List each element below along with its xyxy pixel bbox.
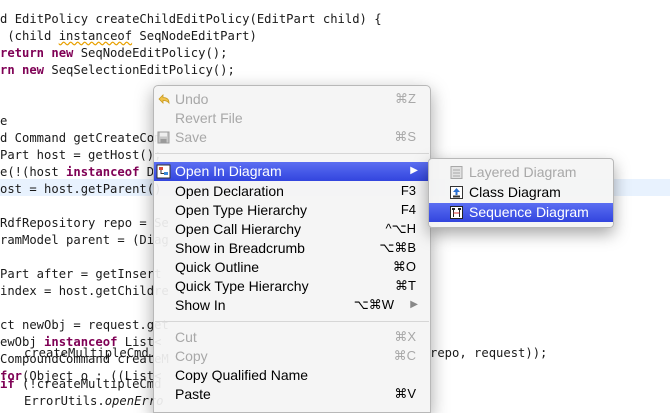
menu-item-label: Open Declaration	[175, 183, 284, 199]
code-line: e(!(host instanceof Di	[0, 165, 162, 179]
menu-item-open-call-hierarchy[interactable]: Open Call Hierarchy ^⌥H	[154, 220, 430, 239]
code-line: index = host.getChildre	[0, 284, 169, 298]
menu-item-shortcut: ⌘O	[392, 259, 416, 274]
code-line: rn new SeqSelectionEditPolicy();	[0, 63, 235, 77]
code-line: ErrorUtils.openErro	[24, 394, 164, 408]
menu-item-copy[interactable]: Copy ⌘C	[154, 347, 430, 366]
menu-item-shortcut: ⌘X	[394, 329, 416, 344]
context-menu: Undo ⌘Z Revert File Save ⌘S Open In Diag…	[153, 85, 431, 413]
submenu-arrow-icon: ▶	[410, 299, 418, 310]
menu-item-show-in[interactable]: Show In ⌥⌘W ▶	[154, 296, 430, 315]
sequence-diagram-icon	[449, 205, 464, 220]
menu-item-undo[interactable]: Undo ⌘Z	[154, 90, 430, 109]
menu-item-shortcut: ⌘V	[394, 386, 416, 401]
code-line: ct newObj = request.get	[0, 318, 169, 332]
submenu-item-sequence-diagram[interactable]: Sequence Diagram	[429, 203, 613, 222]
menu-item-open-declaration[interactable]: Open Declaration F3	[154, 182, 430, 201]
menu-item-revert-file[interactable]: Revert File	[154, 109, 430, 128]
menu-separator	[155, 153, 429, 154]
menu-item-copy-qualified-name[interactable]: Copy Qualified Name	[154, 366, 430, 385]
menu-item-label: Quick Type Hierarchy	[175, 278, 309, 294]
menu-item-label: Open In Diagram	[175, 163, 282, 179]
menu-item-label: Show In	[175, 297, 226, 313]
code-line: d Command getCreateComm	[0, 131, 169, 145]
menu-item-open-in-diagram[interactable]: Open In Diagram ▶	[154, 162, 430, 181]
open-in-diagram-submenu: Layered Diagram Class Diagram Sequence D…	[428, 158, 614, 228]
code-line: (child instanceof SeqNodeEditPart)	[0, 29, 257, 43]
save-icon	[156, 130, 171, 145]
menu-item-label: Undo	[175, 91, 209, 107]
submenu-item-label: Sequence Diagram	[469, 204, 589, 220]
menu-item-save[interactable]: Save ⌘S	[154, 128, 430, 147]
menu-item-label: Save	[175, 129, 207, 145]
undo-icon	[156, 92, 171, 107]
menu-item-label: Copy	[175, 348, 208, 364]
code-line: ost = host.getParent()	[0, 182, 162, 196]
menu-item-show-in-breadcrumb[interactable]: Show in Breadcrumb ⌥⌘B	[154, 239, 430, 258]
menu-item-cut[interactable]: Cut ⌘X	[154, 328, 430, 347]
menu-item-shortcut: ⌥⌘B	[379, 240, 416, 255]
code-line: d EditPolicy createChildEditPolicy(EditP…	[0, 12, 382, 26]
code-line: if (!createMultipleCmd	[0, 377, 162, 391]
menu-item-shortcut: ⌘T	[395, 278, 416, 293]
menu-item-shortcut: ⌥⌘W	[353, 297, 394, 312]
code-line: return new SeqNodeEditPolicy();	[0, 46, 228, 60]
code-line: Part host = getHost();	[0, 148, 162, 162]
submenu-item-label: Layered Diagram	[469, 164, 577, 180]
menu-item-label: Cut	[175, 329, 197, 345]
menu-item-label: Open Type Hierarchy	[175, 202, 308, 218]
menu-item-shortcut: F4	[400, 202, 416, 217]
submenu-arrow-icon: ▶	[410, 165, 418, 176]
menu-item-shortcut: ⌘Z	[395, 91, 416, 106]
menu-item-label: Revert File	[175, 110, 243, 126]
code-line: e	[0, 114, 8, 128]
menu-item-shortcut: F3	[400, 183, 416, 198]
code-line-fragment: repo, request));	[430, 346, 548, 360]
menu-item-shortcut: ^⌥H	[385, 221, 416, 236]
menu-item-shortcut: ⌘S	[394, 129, 416, 144]
diagram-icon	[156, 164, 171, 179]
submenu-item-class-diagram[interactable]: Class Diagram	[429, 183, 613, 202]
menu-item-open-type-hierarchy[interactable]: Open Type Hierarchy F4	[154, 201, 430, 220]
menu-item-label: Copy Qualified Name	[175, 367, 309, 383]
menu-item-label: Quick Outline	[175, 259, 260, 275]
code-line: ramModel parent = (Diag	[0, 233, 169, 247]
menu-item-paste[interactable]: Paste ⌘V	[154, 385, 430, 404]
menu-item-label: Paste	[175, 386, 211, 402]
menu-item-shortcut: ⌘C	[393, 348, 416, 363]
layered-diagram-icon	[449, 165, 464, 180]
menu-item-label: Open Call Hierarchy	[175, 221, 302, 237]
code-line: createMultipleCmd.	[24, 346, 157, 360]
menu-item-quick-type-hierarchy[interactable]: Quick Type Hierarchy ⌘T	[154, 277, 430, 296]
submenu-item-layered-diagram[interactable]: Layered Diagram	[429, 163, 613, 182]
menu-separator	[155, 321, 429, 322]
menu-item-label: Show in Breadcrumb	[175, 240, 305, 256]
code-line: Part after = getInsert	[0, 267, 162, 281]
submenu-item-label: Class Diagram	[469, 184, 561, 200]
class-diagram-icon	[449, 185, 464, 200]
menu-item-quick-outline[interactable]: Quick Outline ⌘O	[154, 258, 430, 277]
code-line: RdfRepository repo = Se	[0, 216, 169, 230]
